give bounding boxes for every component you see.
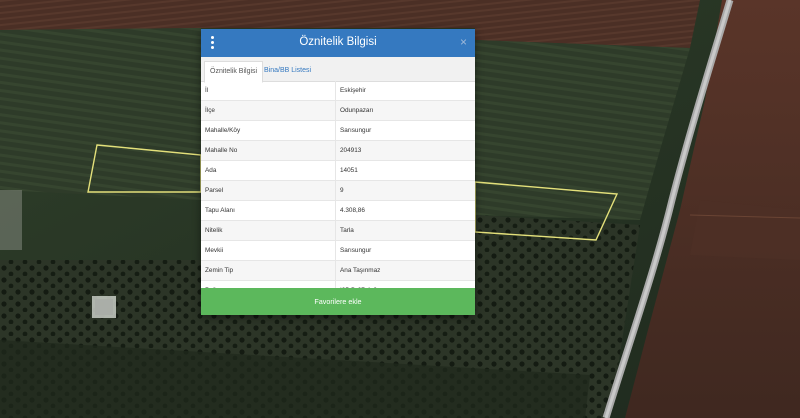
attribute-value: Tarla [340,227,354,234]
attribute-key: Parsel [201,181,336,200]
add-to-favorites-button[interactable]: Favorilere ekle [201,288,475,315]
attribute-key: İlçe [201,101,336,120]
table-row: İlçe Odunpazarı [201,101,475,121]
close-icon[interactable]: × [460,35,467,49]
attribute-key: Ada [201,161,336,180]
attribute-value: 4.308,86 [340,207,365,214]
attribute-key: Tapu Alanı [201,201,336,220]
table-row: Zemin Tip Ana Taşınmaz [201,261,475,281]
attribute-value: Sarısungur [340,127,372,134]
panel-title: Öznitelik Bilgisi [299,36,377,48]
attribute-value: Odunpazarı [340,107,374,114]
attribute-value: 9 [340,187,344,194]
attribute-key: Mahalle No [201,141,336,160]
attribute-value: Sarısungur [340,247,372,254]
attribute-value: Ana Taşınmaz [340,267,381,274]
attribute-key: Mevkii [201,241,336,260]
attribute-key: Nitelik [201,221,336,240]
attribute-key: İl [201,81,336,100]
table-row: Tapu Alanı 4.308,86 [201,201,475,221]
tab-oznitelik-bilgisi[interactable]: Öznitelik Bilgisi [204,61,264,83]
table-row: Nitelik Tarla [201,221,475,241]
panel-header: Öznitelik Bilgisi × [201,29,475,57]
attribute-value: Eskişehir [340,87,366,94]
tab-bina-bb-listesi[interactable]: Bina/BB Listesi [259,61,316,81]
table-row: Ada 14051 [201,161,475,181]
table-row: Mahalle No 204913 [201,141,475,161]
tab-bar: Öznitelik Bilgisi Bina/BB Listesi [201,57,475,83]
attribute-panel: Öznitelik Bilgisi × Öznitelik Bilgisi Bi… [201,29,475,315]
table-row: İl Eskişehir [201,81,475,101]
attribute-key: Zemin Tip [201,261,336,280]
table-row: Parsel 9 [201,181,475,201]
attribute-table: İl Eskişehir İlçe Odunpazarı Mahalle/Köy Sa… [201,81,475,301]
table-row: Mahalle/Köy Sarısungur [201,121,475,141]
attribute-key: Mahalle/Köy [201,121,336,140]
attribute-value: 204913 [340,147,362,154]
attribute-value: 14051 [340,167,358,174]
table-row: Mevkii Sarısungur [201,241,475,261]
